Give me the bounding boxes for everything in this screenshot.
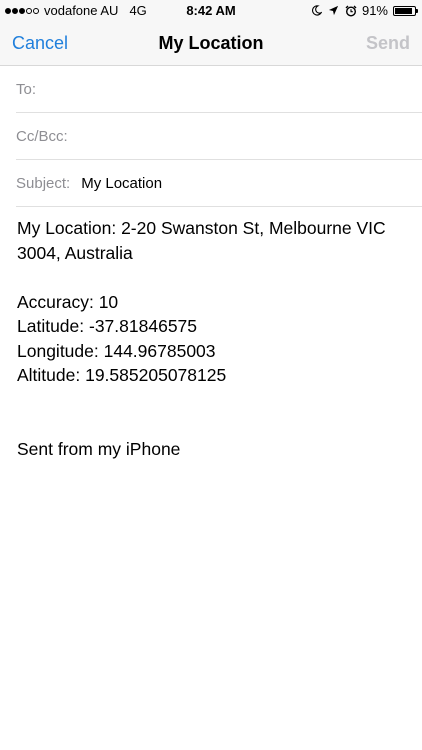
subject-label: Subject: <box>16 174 71 192</box>
latitude-line: Latitude: -37.81846575 <box>17 316 198 336</box>
location-arrow-icon <box>328 4 340 18</box>
signature-line: Sent from my iPhone <box>17 438 181 459</box>
battery-icon <box>393 5 418 16</box>
battery-tip <box>416 8 418 13</box>
mail-header-fields: To: Cc/Bcc: Subject: My Location <box>0 66 422 207</box>
status-right: 91% <box>311 3 418 18</box>
status-bar: vodafone AU 4G 8:42 AM 91% <box>0 0 422 22</box>
nav-bar: Cancel My Location Send <box>0 22 422 66</box>
to-field[interactable]: To: <box>16 66 422 113</box>
page-title: My Location <box>158 33 264 53</box>
ccbcc-field[interactable]: Cc/Bcc: <box>16 113 422 160</box>
location-line: My Location: 2-20 Swanston St, Melbourne… <box>17 218 386 263</box>
send-button[interactable]: Send <box>366 33 410 54</box>
subject-field[interactable]: Subject: My Location <box>16 160 422 207</box>
alarm-icon <box>345 4 357 18</box>
battery-percent: 91% <box>361 3 388 18</box>
battery-fill <box>395 7 413 14</box>
longitude-line: Longitude: 144.96785003 <box>17 340 216 361</box>
ccbcc-label: Cc/Bcc: <box>16 127 68 145</box>
moon-icon <box>311 4 323 18</box>
accuracy-line: Accuracy: 10 <box>17 291 119 312</box>
subject-input[interactable]: My Location <box>81 175 162 192</box>
message-body[interactable]: My Location: 2-20 Swanston St, Melbourne… <box>17 216 407 461</box>
to-label: To: <box>16 80 37 98</box>
altitude-line: Altitude: 19.585205078125 <box>17 365 227 385</box>
